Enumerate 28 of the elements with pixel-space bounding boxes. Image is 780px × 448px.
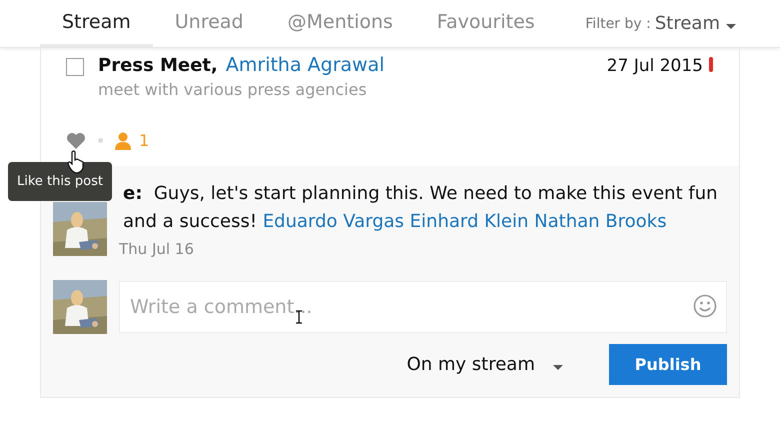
- filter-dropdown[interactable]: Stream: [654, 13, 736, 34]
- mention-link[interactable]: Nathan Brooks: [534, 211, 667, 232]
- filter-label: Filter by :: [585, 16, 651, 32]
- post-description: meet with various press agencies: [98, 80, 368, 99]
- mention-link[interactable]: Einhard Klein: [410, 211, 529, 232]
- audience-dropdown[interactable]: On my stream: [400, 353, 569, 376]
- post-title: Press Meet,: [98, 55, 218, 76]
- mention-link[interactable]: Eduardo Vargas: [262, 211, 404, 232]
- checkbox[interactable]: [66, 58, 84, 76]
- separator-dot: [98, 138, 103, 143]
- comment-time: Thu Jul 16: [119, 240, 195, 258]
- smiley-icon[interactable]: [693, 294, 717, 318]
- tab[interactable]: Favourites: [414, 0, 557, 47]
- tooltip: Like this post: [8, 162, 112, 201]
- comment-field[interactable]: Write a comment...: [119, 281, 727, 333]
- publish-button[interactable]: Publish: [609, 344, 727, 385]
- heart-icon[interactable]: [66, 132, 86, 150]
- tab[interactable]: Unread: [152, 0, 266, 47]
- person-icon: [115, 132, 131, 150]
- post-date: 27 Jul 2015: [606, 56, 703, 76]
- hand-cursor-icon: [67, 150, 85, 174]
- comment-text: e: Guys, let's start planning this. We need to make this event fun and a success! Eduardo Vargas Einhard Klein Nathan Brooks: [122, 182, 719, 234]
- caret-icon: [553, 365, 563, 370]
- author-link[interactable]: Amritha Agrawal: [226, 54, 384, 76]
- tab[interactable]: Stream: [40, 0, 153, 47]
- tab[interactable]: @Mentions: [266, 0, 415, 47]
- caret-icon: [726, 24, 736, 29]
- participant-count: 1: [139, 131, 150, 150]
